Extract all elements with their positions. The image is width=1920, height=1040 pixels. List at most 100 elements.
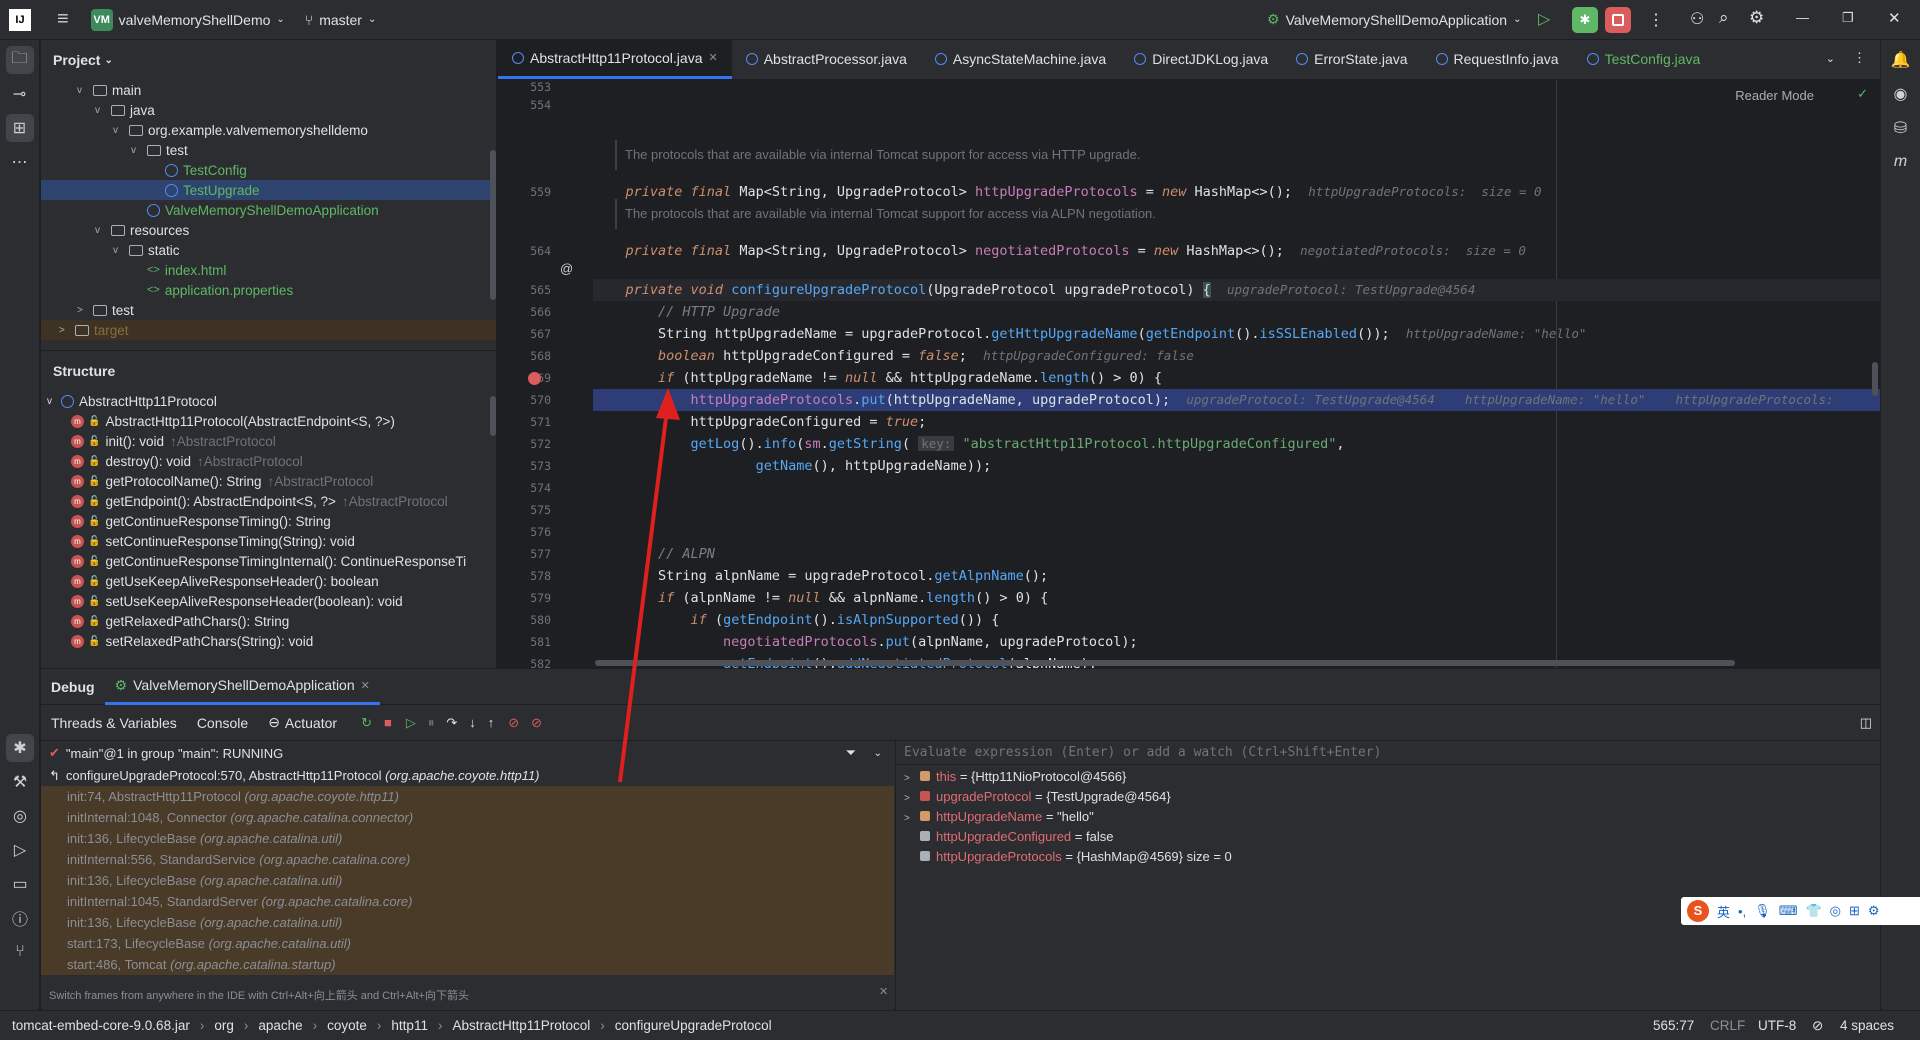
tree-item[interactable]: v org.example.valvememoryshelldemo bbox=[41, 120, 496, 140]
structure-item[interactable]: m 🔓 setContinueResponseTiming(String): voi… bbox=[41, 531, 496, 551]
breadcrumb-item[interactable]: configureUpgradeProtocol bbox=[615, 1018, 772, 1033]
tree-item[interactable]: <> index.html bbox=[41, 260, 496, 280]
file-encoding[interactable]: UTF-8 bbox=[1758, 1018, 1796, 1033]
editor-tab[interactable]: DirectJDKLog.java bbox=[1120, 39, 1282, 79]
chevron-right-icon[interactable]: > bbox=[904, 789, 920, 809]
editor-tab[interactable]: AbstractProcessor.java bbox=[732, 39, 921, 79]
line-separator[interactable]: CRLF bbox=[1710, 1018, 1745, 1033]
structure-item[interactable]: m 🔓 destroy(): void ↑AbstractProtocol bbox=[41, 451, 496, 471]
services-tool-icon[interactable]: ◎ bbox=[6, 802, 34, 830]
project-scrollbar[interactable] bbox=[490, 150, 496, 300]
run-tool-icon[interactable]: ▷ bbox=[6, 836, 34, 864]
tab-actuator[interactable]: ⊖ Actuator bbox=[258, 705, 347, 741]
structure-item[interactable]: m 🔓 getRelaxedPathChars(): String bbox=[41, 611, 496, 631]
terminal-tool-icon[interactable]: ▭ bbox=[6, 870, 34, 898]
settings-icon[interactable]: ⚙ bbox=[1749, 8, 1764, 28]
breadcrumb-item[interactable]: AbstractHttp11Protocol bbox=[452, 1018, 590, 1033]
structure-item[interactable]: m 🔓 AbstractHttp11Protocol(AbstractEndpoin… bbox=[41, 411, 496, 431]
breadcrumb-item[interactable]: apache bbox=[258, 1018, 302, 1033]
resume-icon[interactable]: ▷ bbox=[1538, 9, 1550, 29]
tree-item[interactable]: TestConfig bbox=[41, 160, 496, 180]
breadcrumb-item[interactable]: tomcat-embed-core-9.0.68.jar bbox=[12, 1018, 190, 1033]
stack-frame[interactable]: start:173, LifecycleBase (org.apache.cat… bbox=[41, 933, 894, 954]
debug-tool-icon[interactable]: ✱ bbox=[6, 734, 34, 762]
structure-item[interactable]: m 🔓 init(): void ↑AbstractProtocol bbox=[41, 431, 496, 451]
tabs-more-icon[interactable]: ⋮ bbox=[1853, 50, 1866, 66]
breakpoint-icon[interactable] bbox=[528, 372, 541, 385]
ai-assistant-icon[interactable]: ◉ bbox=[1887, 80, 1915, 108]
chevron-right-icon[interactable]: > bbox=[904, 769, 920, 789]
variable-row[interactable]: > upgradeProtocol = {TestUpgrade@4564} bbox=[896, 787, 1880, 807]
debug-running-icon[interactable]: ✱ bbox=[1572, 7, 1598, 33]
stack-frame[interactable]: initInternal:1048, Connector (org.apache… bbox=[41, 807, 894, 828]
editor-tab[interactable]: ErrorState.java bbox=[1282, 39, 1421, 79]
step-into-icon[interactable]: ↓ bbox=[469, 715, 476, 730]
structure-scrollbar[interactable] bbox=[490, 396, 496, 436]
resume-program-icon[interactable]: ▷ bbox=[406, 715, 416, 731]
structure-item[interactable]: m 🔓 setUseKeepAliveResponseHeader(boolean)… bbox=[41, 591, 496, 611]
close-icon[interactable]: ✕ bbox=[879, 985, 888, 998]
filter-icon[interactable]: ⏷ bbox=[846, 745, 856, 761]
stop-button[interactable] bbox=[1605, 7, 1631, 33]
variable-row[interactable]: httpUpgradeProtocols = {HashMap@4569} si… bbox=[896, 847, 1880, 867]
close-icon[interactable]: ✕ bbox=[709, 51, 718, 64]
view-breakpoints-icon[interactable]: ⊘ bbox=[508, 715, 519, 731]
breadcrumb-item[interactable]: coyote bbox=[327, 1018, 367, 1033]
rerun-icon[interactable]: ↻ bbox=[361, 715, 372, 731]
tree-item[interactable]: > target bbox=[41, 320, 496, 340]
thread-selector[interactable]: ✔ "main"@1 in group "main": RUNNING ⏷ ⌄ bbox=[41, 742, 894, 764]
readonly-icon[interactable]: ⊘ bbox=[1812, 1018, 1823, 1034]
stack-frame[interactable]: ↰ configureUpgradeProtocol:570, AbstractH… bbox=[41, 765, 894, 786]
structure-tool-icon[interactable]: ⊞ bbox=[5, 114, 34, 142]
structure-item[interactable]: m 🔓 getContinueResponseTimingInternal(): C… bbox=[41, 551, 496, 571]
more-icon[interactable]: ⋮ bbox=[1648, 10, 1664, 30]
problems-tool-icon[interactable]: ⓘ bbox=[6, 904, 34, 932]
step-out-icon[interactable]: ↑ bbox=[488, 715, 495, 730]
editor-tab[interactable]: AbstractHttp11Protocol.java ✕ bbox=[498, 39, 732, 79]
tree-item[interactable]: v main bbox=[41, 80, 496, 100]
structure-item[interactable]: m 🔓 setRelaxedPathChars(String): void bbox=[41, 631, 496, 651]
evaluate-input[interactable]: Evaluate expression (Enter) or add a wat… bbox=[896, 741, 1880, 765]
app-logo[interactable]: IJ bbox=[9, 8, 31, 31]
commit-tool-icon[interactable]: ⊸ bbox=[6, 80, 34, 108]
branch-selector[interactable]: ⑂ master ⌄ bbox=[305, 12, 377, 28]
add-user-icon[interactable]: ⚇ bbox=[1690, 9, 1704, 29]
stop-icon[interactable]: ■ bbox=[384, 715, 392, 730]
stack-frame[interactable]: init:74, AbstractHttp11Protocol (org.apa… bbox=[41, 786, 894, 807]
stack-frame[interactable]: init:136, LifecycleBase (org.apache.cata… bbox=[41, 828, 894, 849]
tree-item[interactable]: TestUpgrade bbox=[41, 180, 496, 200]
maven-icon[interactable]: m bbox=[1887, 148, 1915, 176]
caret-position[interactable]: 565:77 bbox=[1653, 1018, 1694, 1033]
tree-item[interactable]: v resources bbox=[41, 220, 496, 240]
vertical-scrollbar[interactable] bbox=[1872, 362, 1878, 396]
structure-item[interactable]: m 🔓 getContinueResponseTiming(): String bbox=[41, 511, 496, 531]
more-tools-icon[interactable]: ⋯ bbox=[6, 148, 34, 176]
tree-item[interactable]: v java bbox=[41, 100, 496, 120]
close-button[interactable]: ✕ bbox=[1888, 9, 1901, 27]
tree-item[interactable]: v static bbox=[41, 240, 496, 260]
notifications-icon[interactable]: 🔔 bbox=[1887, 46, 1915, 74]
pause-icon[interactable]: ⏸ bbox=[428, 715, 435, 731]
chevron-right-icon[interactable]: > bbox=[904, 809, 920, 829]
ime-toolbar[interactable]: S 英 •, 🎙 ⌨ 👕 ◎ ⊞ ⚙ bbox=[1681, 897, 1920, 925]
stack-frame[interactable]: init:136, LifecycleBase (org.apache.cata… bbox=[41, 870, 894, 891]
step-over-icon[interactable]: ↷ bbox=[446, 715, 457, 731]
indent-setting[interactable]: 4 spaces bbox=[1840, 1018, 1894, 1033]
editor-tab[interactable]: RequestInfo.java bbox=[1422, 39, 1573, 79]
code-area[interactable]: Reader Mode ✓ The protocols that are ava… bbox=[593, 80, 1880, 668]
search-icon[interactable]: ⌕ bbox=[1719, 8, 1729, 28]
mute-breakpoints-icon[interactable]: ⊘ bbox=[531, 715, 542, 731]
breadcrumb-item[interactable]: http11 bbox=[391, 1018, 428, 1033]
git-tool-icon[interactable]: ⑂ bbox=[6, 938, 34, 966]
debug-session-tab[interactable]: ⚙ ValveMemoryShellDemoApplication ✕ bbox=[104, 669, 380, 705]
structure-item[interactable]: m 🔓 getProtocolName(): String ↑AbstractProt… bbox=[41, 471, 496, 491]
minimize-button[interactable]: — bbox=[1796, 10, 1809, 25]
maximize-button[interactable]: ❐ bbox=[1842, 10, 1854, 26]
main-menu-icon[interactable]: ≡ bbox=[57, 8, 69, 31]
structure-item[interactable]: m 🔓 getEndpoint(): AbstractEndpoint<S, ?> ↑… bbox=[41, 491, 496, 511]
project-tool-icon[interactable]: 🗀 bbox=[5, 46, 34, 74]
editor-tab[interactable]: TestConfig.java bbox=[1573, 39, 1715, 79]
structure-root[interactable]: v AbstractHttp11Protocol bbox=[41, 391, 496, 411]
tree-item[interactable]: <> application.properties bbox=[41, 280, 496, 300]
close-icon[interactable]: ✕ bbox=[361, 679, 370, 692]
